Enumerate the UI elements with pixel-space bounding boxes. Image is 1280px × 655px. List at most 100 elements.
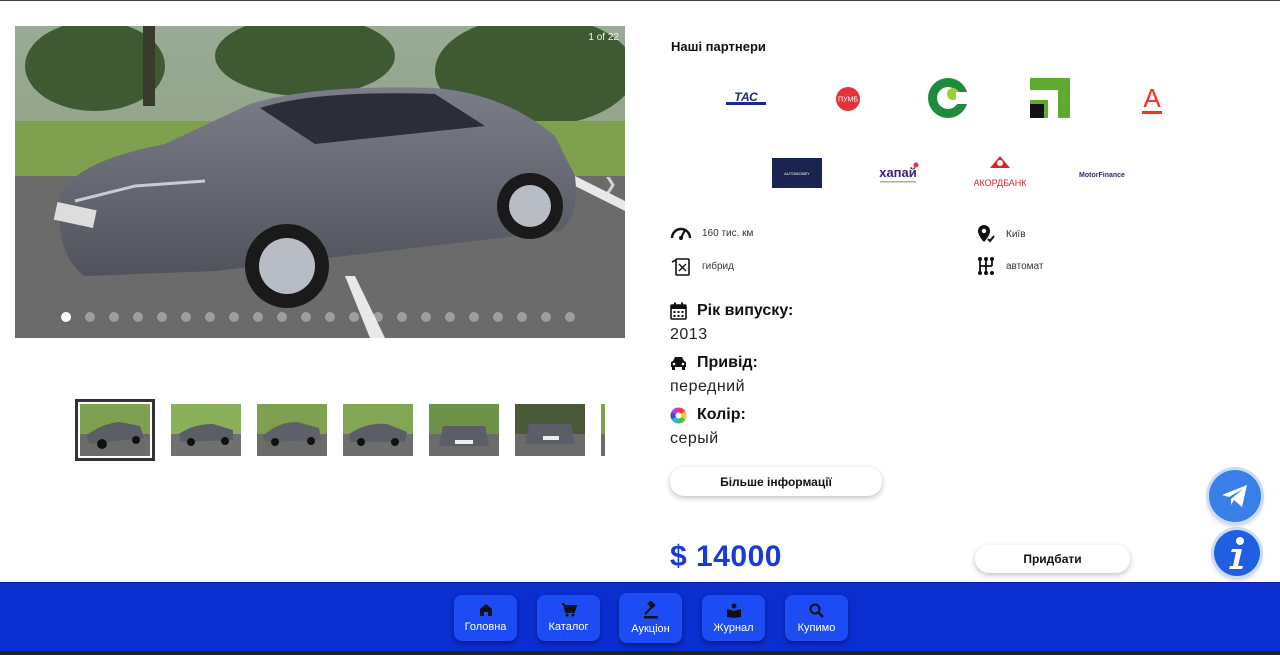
buy-button[interactable]: Придбати — [975, 545, 1130, 573]
color-wheel-icon — [670, 407, 687, 423]
mileage-value: 160 тис. км — [702, 227, 754, 239]
gearbox-icon — [978, 257, 994, 275]
carousel-dot[interactable] — [253, 312, 263, 322]
location-pin-icon — [978, 225, 995, 243]
nav-catalog[interactable]: Каталог — [537, 595, 600, 641]
main-photo[interactable]: 1 of 22 ❯ — [15, 26, 625, 338]
calendar-icon — [670, 302, 687, 320]
thumbnail[interactable] — [601, 404, 605, 456]
home-icon — [479, 604, 492, 616]
chevron-right-icon[interactable]: ❯ — [604, 174, 617, 193]
carousel-dot[interactable] — [349, 312, 359, 322]
more-info-button[interactable]: Більше інформації — [670, 467, 882, 496]
pumb-logo-text: ПУМБ — [838, 97, 858, 104]
carousel-dot[interactable] — [421, 312, 431, 322]
gavel-icon — [643, 601, 658, 619]
carousel-dot[interactable] — [469, 312, 479, 322]
carousel-dot[interactable] — [493, 312, 503, 322]
nav-auction[interactable]: Аукціон — [619, 593, 682, 643]
akordbank-logo-text: АКОРДБАНК — [974, 178, 1026, 188]
top-border — [0, 0, 1280, 1]
spec-city: Київ — [976, 224, 1026, 244]
search-icon — [809, 603, 824, 618]
nav-auction-label: Аукціон — [631, 623, 670, 635]
carousel-dot[interactable] — [325, 312, 335, 322]
carousel-dot[interactable] — [61, 312, 71, 322]
akordbank-logo[interactable]: АКОРДБАНК — [974, 154, 1026, 192]
nav-buy[interactable]: Купимо — [785, 595, 848, 641]
car-photo — [15, 26, 625, 338]
nav-catalog-label: Каталог — [548, 621, 589, 633]
fuel-value: гибрид — [702, 260, 734, 272]
drive-value: передний — [670, 378, 746, 395]
hapai-logo-text: хапай — [879, 165, 917, 180]
color-value: серый — [670, 430, 719, 447]
bottom-navigation: Головна Каталог Аукціон Журнал Купимо — [0, 582, 1280, 655]
oschadbank-logo[interactable] — [926, 76, 970, 120]
carousel-dot[interactable] — [85, 312, 95, 322]
journal-icon — [726, 603, 741, 618]
price: $ 14000 — [670, 540, 782, 573]
thumbnail[interactable] — [75, 399, 155, 461]
spec-mileage: 160 тис. км — [670, 224, 753, 242]
carousel-dot[interactable] — [277, 312, 287, 322]
drive-label-text: Привід: — [697, 354, 758, 371]
color-label-text: Колір: — [697, 406, 746, 423]
thumbnail[interactable] — [429, 404, 499, 456]
nav-home[interactable]: Головна — [454, 595, 517, 641]
telegram-icon — [1222, 485, 1247, 507]
year-label-text: Рік випуску: — [697, 302, 794, 319]
carousel-dot[interactable] — [541, 312, 551, 322]
partners-title: Наші партнери — [671, 39, 766, 54]
carousel-dot[interactable] — [181, 312, 191, 322]
info-icon — [1229, 537, 1244, 569]
info-button[interactable] — [1214, 530, 1260, 576]
carousel-dot[interactable] — [133, 312, 143, 322]
carousel-dot[interactable] — [445, 312, 455, 322]
year-value: 2013 — [670, 326, 708, 343]
motorfinance-logo-text: MotorFinance — [1079, 172, 1125, 179]
carousel-dot[interactable] — [373, 312, 383, 322]
carousel-dots — [61, 312, 575, 322]
city-value: Київ — [1006, 228, 1026, 240]
hapai-logo[interactable]: хапай — [872, 160, 924, 188]
car-icon — [671, 357, 686, 370]
tas-logo[interactable]: ТАС — [722, 86, 770, 112]
drive-label: Привід: — [670, 354, 758, 372]
photo-counter: 1 of 22 — [588, 32, 619, 43]
carousel-dot[interactable] — [565, 312, 575, 322]
nav-journal[interactable]: Журнал — [702, 595, 765, 641]
carousel-dot[interactable] — [157, 312, 167, 322]
pumb-logo[interactable]: ПУМБ — [834, 86, 862, 112]
spec-transmission: автомат — [976, 256, 1043, 276]
carousel-dot[interactable] — [109, 312, 119, 322]
speedometer-icon — [670, 227, 692, 240]
transmission-value: автомат — [1006, 260, 1044, 272]
thumbnail[interactable] — [343, 404, 413, 456]
alfabank-logo[interactable]: А — [1138, 82, 1166, 116]
automoney-logo[interactable]: AUTOMONEY — [772, 158, 822, 188]
automoney-logo-text: AUTOMONEY — [784, 171, 810, 176]
motorfinance-logo[interactable]: MotorFinance — [1072, 164, 1132, 184]
privatbank-logo[interactable] — [1028, 76, 1072, 120]
thumbnail[interactable] — [515, 404, 585, 456]
telegram-button[interactable] — [1209, 470, 1261, 522]
carousel-dot[interactable] — [517, 312, 527, 322]
thumbnail[interactable] — [257, 404, 327, 456]
color-label: Колір: — [670, 406, 746, 424]
thumbnail-strip — [75, 399, 605, 461]
bottom-border — [0, 651, 1280, 655]
spec-fuel: гибрид — [670, 256, 734, 276]
carousel-dot[interactable] — [301, 312, 311, 322]
carousel-dot[interactable] — [229, 312, 239, 322]
fuel-canister-icon — [671, 258, 690, 276]
alfabank-logo-text: А — [1143, 83, 1161, 113]
carousel-dot[interactable] — [397, 312, 407, 322]
nav-buy-label: Купимо — [797, 621, 836, 634]
year-label: Рік випуску: — [670, 302, 793, 320]
carousel-dot[interactable] — [205, 312, 215, 322]
cart-icon — [561, 603, 577, 617]
thumbnail[interactable] — [171, 404, 241, 456]
nav-journal-label: Журнал — [713, 621, 754, 634]
nav-home-label: Головна — [464, 621, 507, 633]
